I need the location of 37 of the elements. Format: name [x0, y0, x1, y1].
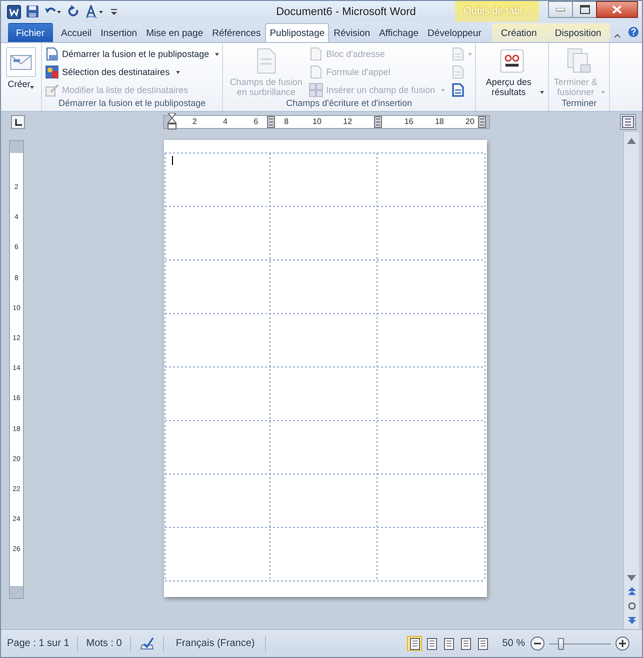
ruler-number: 4: [222, 116, 228, 128]
ribbon-tab[interactable]: Publipostage: [265, 23, 330, 42]
button-label: Aperçu des résultats: [484, 77, 532, 97]
ruler-number: 2: [191, 116, 198, 128]
ruler-number: 10: [312, 116, 322, 128]
ribbon-tab[interactable]: Mise en page: [142, 23, 208, 42]
button-label: Champs de fusion en surbrillance: [228, 77, 304, 97]
ribbon-button[interactable]: Démarrer la fusion et le publipostage: [45, 46, 220, 62]
ribbon-tab[interactable]: Développeur: [423, 23, 486, 42]
ruler-number: 12: [342, 116, 354, 128]
zoom-level[interactable]: 50 %: [502, 638, 525, 649]
ruler-number: 6: [252, 116, 260, 128]
ribbon-tab[interactable]: Révision: [329, 23, 375, 42]
file-tab[interactable]: Fichier: [8, 23, 53, 42]
ruler-number: 20: [464, 116, 476, 128]
group-caption: Champs d'écriture et d'insertion: [285, 98, 414, 110]
ribbon-tab[interactable]: Affichage: [374, 23, 424, 42]
ribbon-tab[interactable]: Disposition: [546, 23, 610, 42]
ruler-number: 16: [403, 116, 414, 128]
ribbon-tab[interactable]: Références: [208, 23, 266, 42]
ruler-number: 8: [283, 116, 290, 128]
group-caption: Terminer: [560, 98, 598, 110]
ribbon-button[interactable]: Aperçu des résultats: [479, 45, 546, 98]
contextual-tab-group: Outils de tabl...: [455, 1, 539, 22]
button-label: Créer: [8, 79, 30, 89]
ribbon-tab[interactable]: Insertion: [96, 23, 142, 42]
button-label: Terminer & fusionner: [553, 77, 598, 97]
ribbon-button[interactable]: Sélection des destinataires: [45, 64, 220, 80]
ribbon-tab[interactable]: Création: [492, 23, 546, 42]
window-title: Document6 - Microsoft Word: [275, 6, 417, 18]
language-indicator[interactable]: Français (France): [164, 636, 266, 652]
group-caption: Démarrer la fusion et le publipostage: [58, 98, 207, 110]
page-count[interactable]: Page : 1 sur 1: [1, 636, 78, 652]
word-count[interactable]: Mots : 0: [78, 636, 131, 652]
ruler-number: 18: [434, 116, 445, 128]
ribbon-tab[interactable]: Accueil: [56, 23, 96, 42]
ribbon-button[interactable]: Créer: [4, 45, 38, 91]
